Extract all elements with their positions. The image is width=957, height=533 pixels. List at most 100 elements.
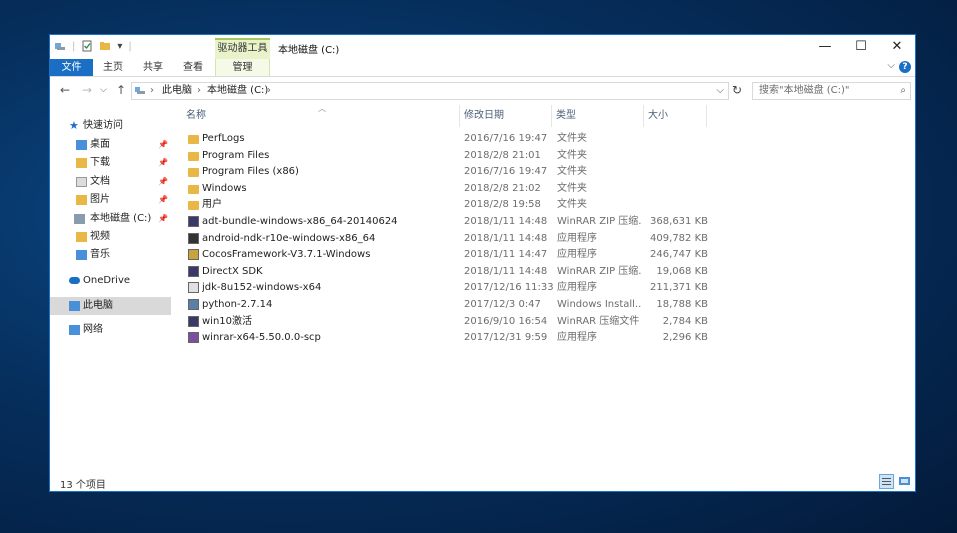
nav-network[interactable]: 网络 bbox=[50, 321, 171, 339]
nav-item-desktop[interactable]: 桌面 📌 bbox=[50, 136, 171, 154]
nav-item-pictures[interactable]: 图片 📌 bbox=[50, 191, 171, 209]
file-row[interactable]: Program Files 2018/2/8 21:01 文件夹 bbox=[182, 148, 715, 164]
expand-ribbon-icon[interactable]: ⌵ bbox=[887, 60, 895, 71]
installer-icon bbox=[188, 299, 199, 310]
file-row[interactable]: Windows 2018/2/8 21:02 文件夹 bbox=[182, 181, 715, 197]
network-icon bbox=[69, 325, 80, 335]
nav-item-videos[interactable]: 视频 bbox=[50, 228, 171, 246]
file-row[interactable]: Program Files (x86) 2016/7/16 19:47 文件夹 bbox=[182, 164, 715, 180]
nav-item-local-disk[interactable]: 本地磁盘 (C:) 📌 bbox=[50, 210, 171, 228]
file-date: 2017/12/31 9:59 bbox=[464, 332, 548, 344]
file-row[interactable]: python-2.7.14 2017/12/3 0:47 Windows Insta… bbox=[182, 297, 715, 313]
pin-icon: 📌 bbox=[158, 140, 168, 149]
close-icon: ✕ bbox=[891, 39, 903, 54]
new-folder-icon[interactable] bbox=[99, 40, 111, 52]
file-size: 368,631 KB bbox=[650, 216, 708, 227]
tab-home[interactable]: 主页 bbox=[97, 59, 129, 76]
file-row[interactable]: jdk-8u152-windows-x64 2017/12/16 11:33 应用程… bbox=[182, 280, 715, 296]
drive-icon[interactable] bbox=[54, 40, 66, 52]
status-item-count: 13 个项目 bbox=[60, 480, 106, 491]
file-name: PerfLogs bbox=[202, 133, 245, 144]
file-size: 2,296 KB bbox=[662, 332, 708, 344]
file-row[interactable]: android-ndk-r10e-windows-x86_64 2018/1/11… bbox=[182, 231, 715, 247]
chevron-right-icon[interactable]: › bbox=[150, 83, 154, 99]
nav-item-music[interactable]: 音乐 bbox=[50, 246, 171, 264]
maximize-icon: ☐ bbox=[855, 39, 867, 54]
file-name: adt-bundle-windows-x86_64-20140624 bbox=[202, 216, 398, 227]
file-date: 2018/1/11 14:48 bbox=[464, 232, 548, 244]
properties-icon[interactable] bbox=[81, 40, 93, 52]
drive-tools-tab-group: 驱动器工具 bbox=[215, 38, 270, 59]
search-input[interactable]: 搜索"本地磁盘 (C:)" ⌕ bbox=[752, 82, 911, 100]
address-bar[interactable]: › 此电脑 › 本地磁盘 (C:) › ⌵ bbox=[131, 82, 729, 100]
chevron-right-icon[interactable]: › bbox=[267, 83, 271, 99]
chevron-down-icon[interactable]: ⌵ bbox=[716, 83, 724, 99]
file-type: 应用程序 bbox=[557, 232, 597, 244]
folder-icon bbox=[188, 135, 199, 144]
file-name: win10激活 bbox=[202, 315, 253, 327]
nav-onedrive[interactable]: OneDrive bbox=[50, 272, 171, 290]
file-size: 211,371 KB bbox=[650, 282, 708, 294]
nav-item-documents[interactable]: 文档 📌 bbox=[50, 173, 171, 191]
tab-manage[interactable]: 管理 bbox=[215, 59, 270, 76]
nav-this-pc[interactable]: 此电脑 bbox=[50, 297, 171, 315]
drive-icon bbox=[135, 87, 145, 94]
nav-quick-access[interactable]: ★ 快速访问 bbox=[50, 117, 171, 135]
tab-view[interactable]: 查看 bbox=[177, 59, 209, 76]
column-header-name[interactable]: 名称 bbox=[182, 105, 460, 127]
file-size: 246,747 KB bbox=[650, 249, 708, 261]
file-row[interactable]: CocosFramework-V3.7.1-Windows 2018/1/11 1… bbox=[182, 247, 715, 263]
file-row[interactable]: winrar-x64-5.50.0.0-scp 2017/12/31 9:59 应用… bbox=[182, 330, 715, 346]
breadcrumb-this-pc[interactable]: 此电脑 bbox=[162, 83, 192, 99]
downloads-icon bbox=[76, 158, 87, 168]
file-size: 2,784 KB bbox=[662, 315, 708, 327]
file-date: 2017/12/16 11:33 bbox=[464, 282, 554, 294]
file-name: Windows bbox=[202, 182, 247, 194]
file-name: Program Files (x86) bbox=[202, 166, 299, 178]
breadcrumb-local-disk[interactable]: 本地磁盘 (C:) bbox=[207, 83, 268, 99]
address-row: ← → ⌵ ↑ › 此电脑 › 本地磁盘 (C:) › ⌵ ↻ 搜索"本地磁盘 … bbox=[50, 79, 915, 103]
file-row[interactable]: PerfLogs 2016/7/16 19:47 文件夹 bbox=[182, 131, 715, 147]
setup-icon bbox=[188, 249, 199, 261]
file-date: 2017/12/3 0:47 bbox=[464, 299, 541, 310]
customize-toolbar-icon[interactable]: ▾ bbox=[117, 41, 122, 52]
column-header-date[interactable]: 修改日期 bbox=[460, 105, 552, 127]
up-icon[interactable]: ↑ bbox=[116, 83, 126, 97]
file-row[interactable]: 用户 2018/2/8 19:58 文件夹 bbox=[182, 197, 715, 213]
tab-file[interactable]: 文件 bbox=[50, 59, 93, 76]
file-name: Program Files bbox=[202, 149, 270, 161]
nav-item-downloads[interactable]: 下载 📌 bbox=[50, 154, 171, 172]
close-button[interactable]: ✕ bbox=[879, 35, 915, 59]
file-row[interactable]: win10激活 2016/9/10 16:54 WinRAR 压缩文件 2,784 K… bbox=[182, 314, 715, 330]
file-date: 2018/2/8 21:02 bbox=[464, 182, 541, 194]
file-row[interactable]: adt-bundle-windows-x86_64-20140624 2018/1… bbox=[182, 214, 715, 230]
column-header-type[interactable]: 类型 bbox=[552, 105, 644, 127]
ribbon-tabs: 文件 主页 共享 查看 管理 ⌵ ? bbox=[50, 59, 915, 77]
maximize-button[interactable]: ☐ bbox=[843, 35, 879, 59]
details-view-button[interactable] bbox=[879, 474, 894, 489]
nav-label: OneDrive bbox=[83, 275, 131, 286]
refresh-icon[interactable]: ↻ bbox=[732, 83, 742, 97]
help-icon[interactable]: ? bbox=[899, 61, 911, 73]
chevron-right-icon[interactable]: › bbox=[197, 83, 201, 99]
folder-icon bbox=[188, 168, 199, 178]
drive-icon bbox=[74, 214, 85, 224]
column-header-size[interactable]: 大小 bbox=[644, 105, 707, 127]
forward-icon[interactable]: → bbox=[82, 83, 92, 97]
music-icon bbox=[76, 250, 87, 260]
cloud-icon bbox=[69, 277, 80, 284]
recent-locations-icon[interactable]: ⌵ bbox=[100, 85, 107, 95]
separator: | bbox=[128, 40, 132, 52]
quick-access-toolbar: | ▾ | bbox=[54, 40, 132, 52]
file-date: 2018/1/11 14:48 bbox=[464, 265, 548, 277]
tab-share[interactable]: 共享 bbox=[137, 59, 169, 76]
file-name: android-ndk-r10e-windows-x86_64 bbox=[202, 232, 376, 244]
minimize-icon: — bbox=[818, 39, 832, 54]
large-icons-view-button[interactable] bbox=[897, 474, 912, 489]
minimize-button[interactable]: — bbox=[807, 35, 843, 59]
star-icon: ★ bbox=[69, 119, 79, 132]
file-row[interactable]: DirectX SDK 2018/1/11 14:48 WinRAR ZIP 压缩.… bbox=[182, 264, 715, 280]
search-icon[interactable]: ⌕ bbox=[900, 83, 906, 99]
nav-label: 快速访问 bbox=[83, 120, 123, 131]
back-icon[interactable]: ← bbox=[60, 83, 70, 97]
